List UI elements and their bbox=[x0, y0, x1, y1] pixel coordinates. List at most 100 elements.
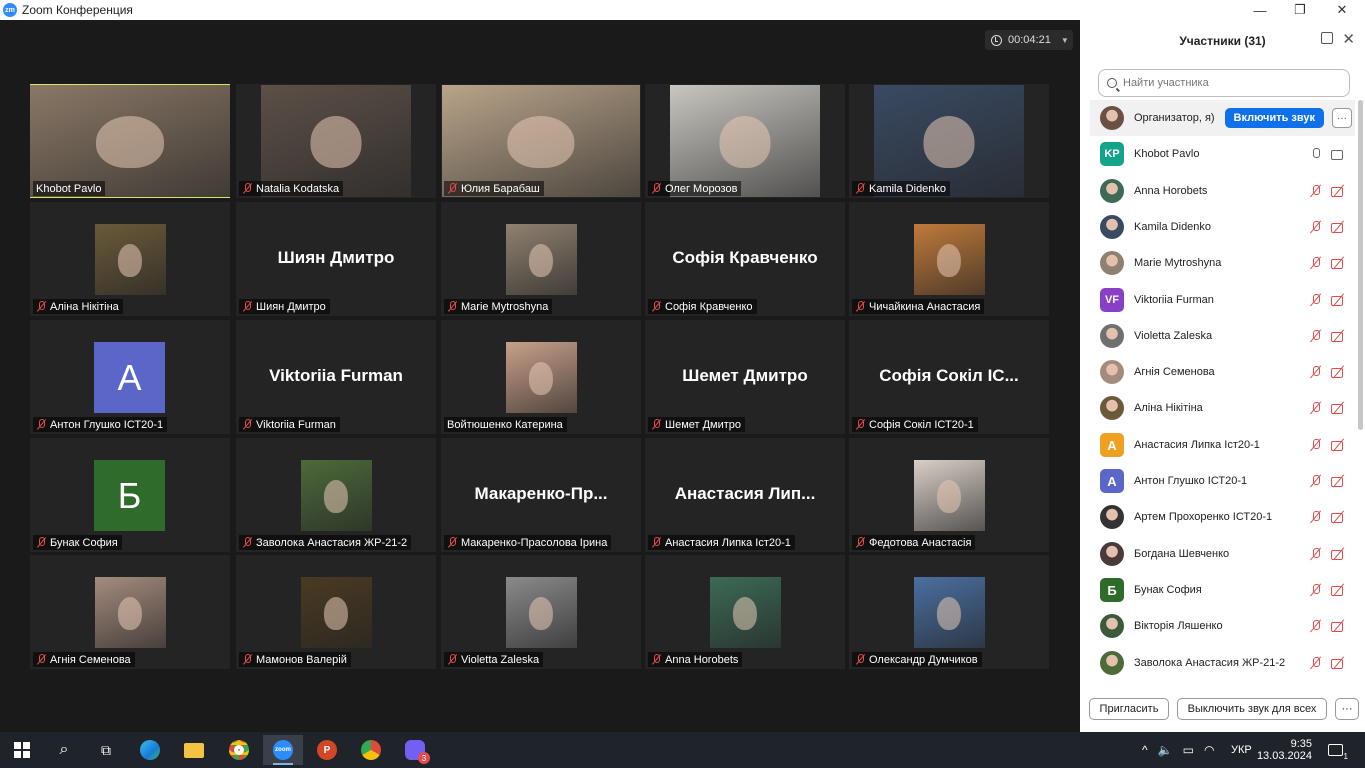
panel-more-button[interactable]: ··· bbox=[1335, 698, 1359, 720]
participant-row[interactable]: Marie Mytroshyna bbox=[1090, 245, 1355, 281]
invite-button[interactable]: Пригласить bbox=[1089, 698, 1169, 720]
language-indicator[interactable]: УКР bbox=[1231, 732, 1252, 768]
maximize-button[interactable]: ❐ bbox=[1280, 0, 1320, 20]
video-tile[interactable]: Мамонов Валерій bbox=[236, 555, 436, 669]
avatar bbox=[1100, 106, 1124, 130]
participant-row[interactable]: Аліна Нікітіна bbox=[1090, 390, 1355, 426]
participant-silhouette bbox=[117, 596, 143, 630]
unmute-button[interactable]: Включить звук bbox=[1224, 108, 1324, 128]
video-tile[interactable]: Софія Сокіл ІС... Софія Сокіл ІСТ20-1 bbox=[849, 320, 1049, 434]
minimize-button[interactable]: — bbox=[1240, 0, 1280, 20]
edge-icon[interactable] bbox=[130, 735, 170, 765]
avatar-initial: Б bbox=[94, 460, 165, 531]
meeting-timer[interactable]: 00:04:21 ▼ bbox=[985, 30, 1073, 50]
tile-name: Войтюшенко Катерина bbox=[447, 418, 563, 431]
clock[interactable]: 9:35 13.03.2024 bbox=[1257, 732, 1312, 768]
mic-off-icon bbox=[651, 537, 662, 548]
video-tile[interactable]: Natalia Kodatska bbox=[236, 84, 436, 198]
avatar bbox=[1100, 396, 1124, 420]
zoom-logo-icon: zm bbox=[3, 3, 17, 17]
video-tile[interactable]: Violetta Zaleska bbox=[441, 555, 641, 669]
search-icon[interactable]: ⌕ bbox=[44, 735, 84, 765]
tile-name: Заволока Анастасия ЖР-21-2 bbox=[256, 536, 408, 549]
participant-row[interactable]: KP Khobot Pavlo bbox=[1090, 136, 1355, 172]
mute-all-button[interactable]: Выключить звук для всех bbox=[1177, 698, 1327, 720]
video-tile[interactable]: Софія Кравченко Софія Кравченко bbox=[645, 202, 845, 316]
video-tile[interactable]: Аліна Нікітіна bbox=[30, 202, 230, 316]
mic-off-icon bbox=[1309, 438, 1323, 452]
mic-off-icon bbox=[651, 301, 662, 312]
video-tile[interactable]: Макаренко-Пр... Макаренко-Прасолова Ірина bbox=[441, 438, 641, 552]
notification-icon[interactable]: 1 bbox=[1328, 732, 1348, 768]
avatar: A bbox=[1100, 469, 1124, 493]
mic-off-icon bbox=[1309, 365, 1323, 379]
participant-row[interactable]: Б Бунак София bbox=[1090, 572, 1355, 608]
video-tile[interactable]: Marie Mytroshyna bbox=[441, 202, 641, 316]
participant-row[interactable]: Kamila Didenko bbox=[1090, 209, 1355, 245]
tile-name-label: Violetta Zaleska bbox=[444, 652, 544, 667]
mic-off-icon bbox=[1309, 547, 1323, 561]
participant-row[interactable]: Артем Прохоренко ІСТ20-1 bbox=[1090, 499, 1355, 535]
avatar bbox=[1100, 215, 1124, 239]
participant-row[interactable]: Violetta Zaleska bbox=[1090, 318, 1355, 354]
video-tile[interactable]: Kamila Didenko bbox=[849, 84, 1049, 198]
system-tray[interactable]: ^ 🔈 ▭ ◠ bbox=[1142, 732, 1214, 768]
camera-off-icon bbox=[1331, 547, 1345, 561]
video-tile[interactable]: Шиян Дмитро Шиян Дмитро bbox=[236, 202, 436, 316]
participant-row[interactable]: A Анастасия Липка Іст20-1 bbox=[1090, 427, 1355, 463]
video-tile[interactable]: Заволока Анастасия ЖР-21-2 bbox=[236, 438, 436, 552]
chevron-up-icon[interactable]: ^ bbox=[1142, 743, 1148, 757]
task-view-icon[interactable]: ⧉ bbox=[86, 735, 126, 765]
video-tile[interactable]: Б Бунак София bbox=[30, 438, 230, 552]
participant-status-icons bbox=[1309, 256, 1345, 270]
video-tile[interactable]: Олег Морозов bbox=[645, 84, 845, 198]
camera-off-icon bbox=[1331, 365, 1345, 379]
clock-date: 13.03.2024 bbox=[1256, 750, 1312, 762]
camera-off-icon bbox=[1331, 401, 1345, 415]
file-explorer-icon[interactable] bbox=[174, 735, 214, 765]
video-tile[interactable]: Войтюшенко Катерина bbox=[441, 320, 641, 434]
viber-icon[interactable]: 3 bbox=[395, 735, 435, 765]
video-tile[interactable]: Khobot Pavlo bbox=[30, 84, 230, 198]
video-tile[interactable]: Агнія Семенова bbox=[30, 555, 230, 669]
video-tile[interactable]: Юлия Барабаш bbox=[441, 84, 641, 198]
search-input[interactable] bbox=[1123, 77, 1323, 89]
popout-icon[interactable] bbox=[1321, 32, 1333, 44]
close-window-button[interactable]: ✕ bbox=[1322, 0, 1362, 20]
video-tile[interactable]: Шемет Дмитро Шемет Дмитро bbox=[645, 320, 845, 434]
powerpoint-icon[interactable]: P bbox=[307, 735, 347, 765]
more-options-button[interactable]: ··· bbox=[1332, 108, 1352, 128]
camera-off-icon bbox=[1331, 619, 1345, 633]
video-tile[interactable]: Viktoriia Furman Viktoriia Furman bbox=[236, 320, 436, 434]
participant-silhouette bbox=[310, 116, 362, 168]
video-tile[interactable]: Федотова Анастасія bbox=[849, 438, 1049, 552]
video-tile[interactable]: Олександр Думчиков bbox=[849, 555, 1049, 669]
viber-badge: 3 bbox=[418, 752, 430, 764]
participant-search[interactable] bbox=[1098, 69, 1350, 97]
participant-row[interactable]: A Антон Глушко ІСТ20-1 bbox=[1090, 463, 1355, 499]
chrome-profile-icon[interactable] bbox=[351, 735, 391, 765]
camera-icon bbox=[1331, 147, 1345, 161]
participant-row[interactable]: VF Viktoriia Furman bbox=[1090, 282, 1355, 318]
tile-name-label: Viktoriia Furman bbox=[239, 417, 340, 432]
participant-row[interactable]: Заволока Анастасия ЖР-21-2 bbox=[1090, 645, 1355, 680]
participant-row[interactable]: Богдана Шевченко bbox=[1090, 536, 1355, 572]
chrome-icon[interactable] bbox=[219, 735, 259, 765]
battery-icon[interactable]: ▭ bbox=[1183, 743, 1194, 757]
participant-list-scrollbar[interactable] bbox=[1358, 100, 1363, 430]
participant-row[interactable]: Anna Horobets bbox=[1090, 173, 1355, 209]
windows-start-icon[interactable] bbox=[2, 735, 42, 765]
tile-name: Kamila Didenko bbox=[869, 182, 947, 195]
video-tile[interactable]: Чичайкина Анастасия bbox=[849, 202, 1049, 316]
video-tile[interactable]: Анастасия Лип... Анастасия Липка Іст20-1 bbox=[645, 438, 845, 552]
participant-row[interactable]: Вікторія Ляшенко bbox=[1090, 608, 1355, 644]
video-tile[interactable]: Anna Horobets bbox=[645, 555, 845, 669]
volume-icon[interactable]: 🔈 bbox=[1158, 743, 1173, 757]
participant-row[interactable]: Организатор, я) Включить звук ··· bbox=[1090, 100, 1355, 136]
close-panel-icon[interactable]: ✕ bbox=[1342, 30, 1355, 48]
wifi-icon[interactable]: ◠ bbox=[1204, 743, 1214, 757]
notification-count: 1 bbox=[1343, 752, 1348, 761]
video-tile[interactable]: A Антон Глушко ІСТ20-1 bbox=[30, 320, 230, 434]
participant-row[interactable]: Агнія Семенова bbox=[1090, 354, 1355, 390]
zoom-taskbar-icon[interactable]: zoom bbox=[263, 735, 303, 765]
